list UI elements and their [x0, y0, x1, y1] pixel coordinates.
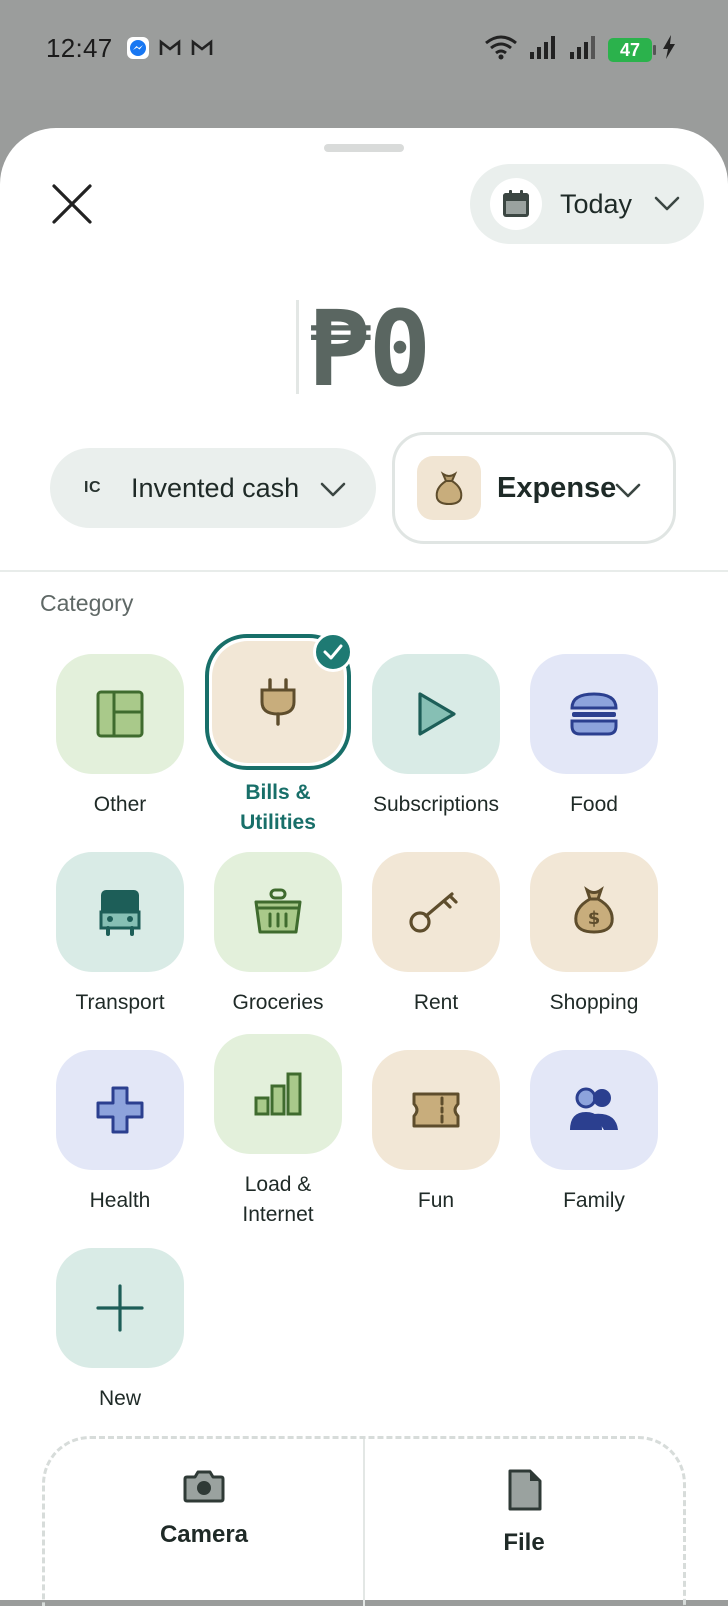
file-label: File [503, 1529, 545, 1556]
status-bar: 12:47 47 [0, 0, 728, 100]
transaction-type-label: Expense [497, 471, 617, 504]
category-health[interactable]: Health [40, 1050, 200, 1216]
bus-icon [99, 890, 141, 936]
account-initials: IC [84, 479, 101, 496]
category-label: Shopping [549, 991, 639, 1014]
status-time: 12:47 [46, 33, 113, 63]
category-tile [56, 654, 184, 774]
category-tile [56, 1050, 184, 1170]
category-groceries[interactable]: Groceries [198, 852, 358, 1018]
play-icon [418, 692, 456, 736]
category-tile [214, 1034, 342, 1154]
charging-icon [662, 34, 676, 65]
category-label: Food [570, 793, 618, 816]
category-fun[interactable]: Fun [356, 1050, 516, 1216]
account-label: Invented cash [131, 472, 300, 503]
camera-button[interactable]: Camera [45, 1439, 363, 1606]
category-label: Other [93, 793, 147, 816]
chevron-down-icon [320, 482, 346, 497]
category-food[interactable]: Food [514, 654, 674, 820]
battery-indicator: 47 [608, 37, 656, 62]
category-new[interactable]: New [40, 1248, 200, 1414]
category-label: Family [563, 1189, 625, 1212]
section-divider [0, 570, 728, 572]
category-bills-utilities[interactable]: Bills & Utilities [198, 632, 358, 838]
category-tile: $ [530, 852, 658, 972]
category-section-title: Category [40, 590, 134, 616]
close-button[interactable] [48, 180, 96, 228]
camera-icon [183, 1470, 225, 1503]
sheet-grab-handle[interactable] [324, 144, 404, 152]
money-bag-icon [417, 456, 481, 520]
close-icon [52, 184, 92, 224]
people-icon [570, 1087, 618, 1130]
status-app-icons [126, 36, 214, 65]
ticket-icon [412, 1092, 460, 1128]
chevron-down-icon [615, 483, 641, 498]
category-label: Rent [413, 991, 459, 1014]
selected-category-outline [205, 632, 353, 770]
money-bag-icon: $ [574, 886, 614, 934]
amount-cursor [296, 300, 299, 394]
amount-input[interactable]: ₱0 [308, 288, 431, 410]
category-tile [530, 654, 658, 774]
category-rent[interactable]: Rent [356, 852, 516, 1018]
category-tile [372, 654, 500, 774]
category-label: New [98, 1387, 141, 1410]
chevron-down-icon [654, 196, 680, 211]
wifi-icon [484, 34, 518, 65]
basket-icon [254, 888, 302, 934]
category-subscriptions[interactable]: Subscriptions [356, 654, 516, 820]
messenger-icon [126, 36, 150, 65]
status-indicators: 47 [484, 34, 676, 65]
gmail-icon [190, 38, 214, 63]
plus-icon [96, 1284, 144, 1332]
svg-text:$: $ [588, 908, 601, 929]
category-load-internet[interactable]: Load & Internet [198, 1034, 358, 1230]
burger-icon [570, 692, 618, 736]
category-family[interactable]: Family [514, 1050, 674, 1216]
category-transport[interactable]: Transport [40, 852, 200, 1018]
plug-icon [260, 678, 296, 726]
camera-label: Camera [159, 1521, 249, 1548]
transaction-type-selector[interactable]: Expense [392, 432, 676, 544]
category-label: Fun [417, 1189, 455, 1212]
layout-icon [96, 690, 144, 738]
selected-check-icon [313, 632, 353, 672]
key-icon [409, 892, 458, 933]
signal-icon [528, 34, 558, 65]
medical-cross-icon [96, 1086, 144, 1134]
category-tile [56, 1248, 184, 1368]
signal-icon [568, 34, 598, 65]
category-tile [372, 852, 500, 972]
category-label: Health [89, 1189, 151, 1212]
date-picker-button[interactable]: Today [470, 164, 704, 244]
category-tile [56, 852, 184, 972]
calendar-icon [490, 178, 542, 230]
category-label: Groceries [232, 991, 324, 1014]
category-label: Load & Internet [242, 1173, 314, 1226]
file-icon [508, 1469, 542, 1511]
file-button[interactable]: File [365, 1439, 683, 1606]
category-label: Subscriptions [372, 793, 500, 816]
attachment-panel: Camera File [42, 1436, 686, 1606]
category-other[interactable]: Other [40, 654, 200, 820]
signal-bars-icon [254, 1072, 302, 1116]
category-label: Bills & Utilities [240, 781, 316, 834]
category-tile [372, 1050, 500, 1170]
account-selector[interactable]: IC Invented cash [50, 448, 376, 528]
date-label: Today [560, 188, 633, 219]
gmail-icon [158, 38, 182, 63]
category-shopping[interactable]: $ Shopping [514, 852, 674, 1018]
category-tile [530, 1050, 658, 1170]
add-transaction-sheet: Today ₱0 IC Invented cash Expense Catego… [0, 128, 728, 1606]
category-label: Transport [75, 991, 165, 1014]
category-tile [214, 852, 342, 972]
